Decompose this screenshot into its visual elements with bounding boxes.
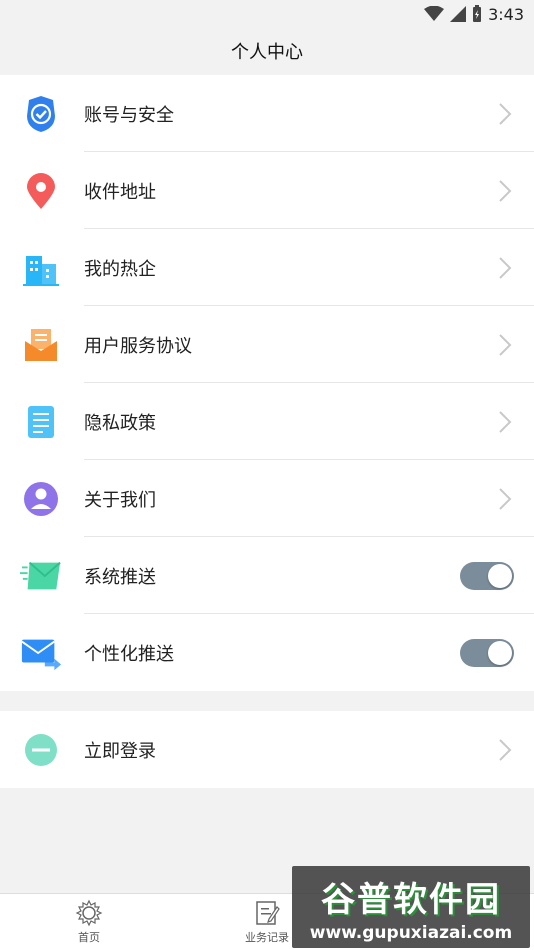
menu-item-label: 立即登录 xyxy=(84,740,156,762)
chevron-right-icon xyxy=(499,179,512,202)
menu-item-about-us[interactable]: 关于我们 xyxy=(0,460,534,537)
menu-item-label: 收件地址 xyxy=(84,181,156,203)
status-time: 3:43 xyxy=(488,4,524,24)
menu-item-label: 个性化推送 xyxy=(84,643,174,665)
menu-item-label: 隐私政策 xyxy=(84,412,156,434)
watermark-logo: 谷普软件园 www.gupuxiazai.com xyxy=(292,866,530,948)
mail-fly-icon xyxy=(20,555,62,597)
watermark-title: 谷普软件园 xyxy=(321,879,501,920)
menu-item-label: 账号与安全 xyxy=(84,104,174,126)
chevron-right-icon xyxy=(499,410,512,433)
signal-icon xyxy=(450,6,467,22)
status-bar: 3:43 xyxy=(0,0,534,28)
minus-circle-icon xyxy=(20,729,62,771)
watermark-url: www.gupuxiazai.com xyxy=(309,922,513,943)
chevron-right-icon xyxy=(499,256,512,279)
menu-item-address[interactable]: 收件地址 xyxy=(0,152,534,229)
menu-item-user-agreement[interactable]: 用户服务协议 xyxy=(0,306,534,383)
user-circle-icon xyxy=(20,478,62,520)
page-title: 个人中心 xyxy=(231,42,303,63)
menu-item-account-security[interactable]: 账号与安全 xyxy=(0,75,534,152)
menu-item-privacy-policy[interactable]: 隐私政策 xyxy=(0,383,534,460)
document-list-icon xyxy=(20,401,62,443)
location-pin-icon xyxy=(20,170,62,212)
menu-item-label: 我的热企 xyxy=(84,258,156,280)
chevron-right-icon xyxy=(499,102,512,125)
wifi-icon xyxy=(424,6,445,22)
chevron-right-icon xyxy=(499,333,512,356)
page-header: 个人中心 xyxy=(0,28,534,74)
battery-icon xyxy=(472,5,482,23)
login-menu-group: 立即登录 xyxy=(0,711,534,788)
menu-item-login[interactable]: 立即登录 xyxy=(0,711,534,788)
personalized-push-toggle[interactable] xyxy=(460,638,514,667)
menu-item-my-companies[interactable]: 我的热企 xyxy=(0,229,534,306)
edit-note-icon xyxy=(256,901,280,925)
menu-item-label: 系统推送 xyxy=(84,566,156,588)
tab-home[interactable]: 首页 xyxy=(0,894,178,950)
mail-forward-icon xyxy=(20,632,62,674)
document-envelope-icon xyxy=(20,324,62,366)
chevron-right-icon xyxy=(499,487,512,510)
menu-item-label: 关于我们 xyxy=(84,489,156,511)
tab-label: 业务记录 xyxy=(245,931,289,944)
buildings-icon xyxy=(20,247,62,289)
settings-menu-group: 账号与安全 收件地址 我的热企 用户服务协议 隐私政策 关于我们 系统推送 个性… xyxy=(0,75,534,691)
menu-item-label: 用户服务协议 xyxy=(84,335,192,357)
chevron-right-icon xyxy=(499,738,512,761)
shield-check-icon xyxy=(20,93,62,135)
system-push-toggle[interactable] xyxy=(460,561,514,590)
menu-item-system-push: 系统推送 xyxy=(0,537,534,614)
sun-gear-icon xyxy=(75,899,103,927)
tab-label: 首页 xyxy=(78,931,100,944)
menu-item-personalized-push: 个性化推送 xyxy=(0,614,534,691)
